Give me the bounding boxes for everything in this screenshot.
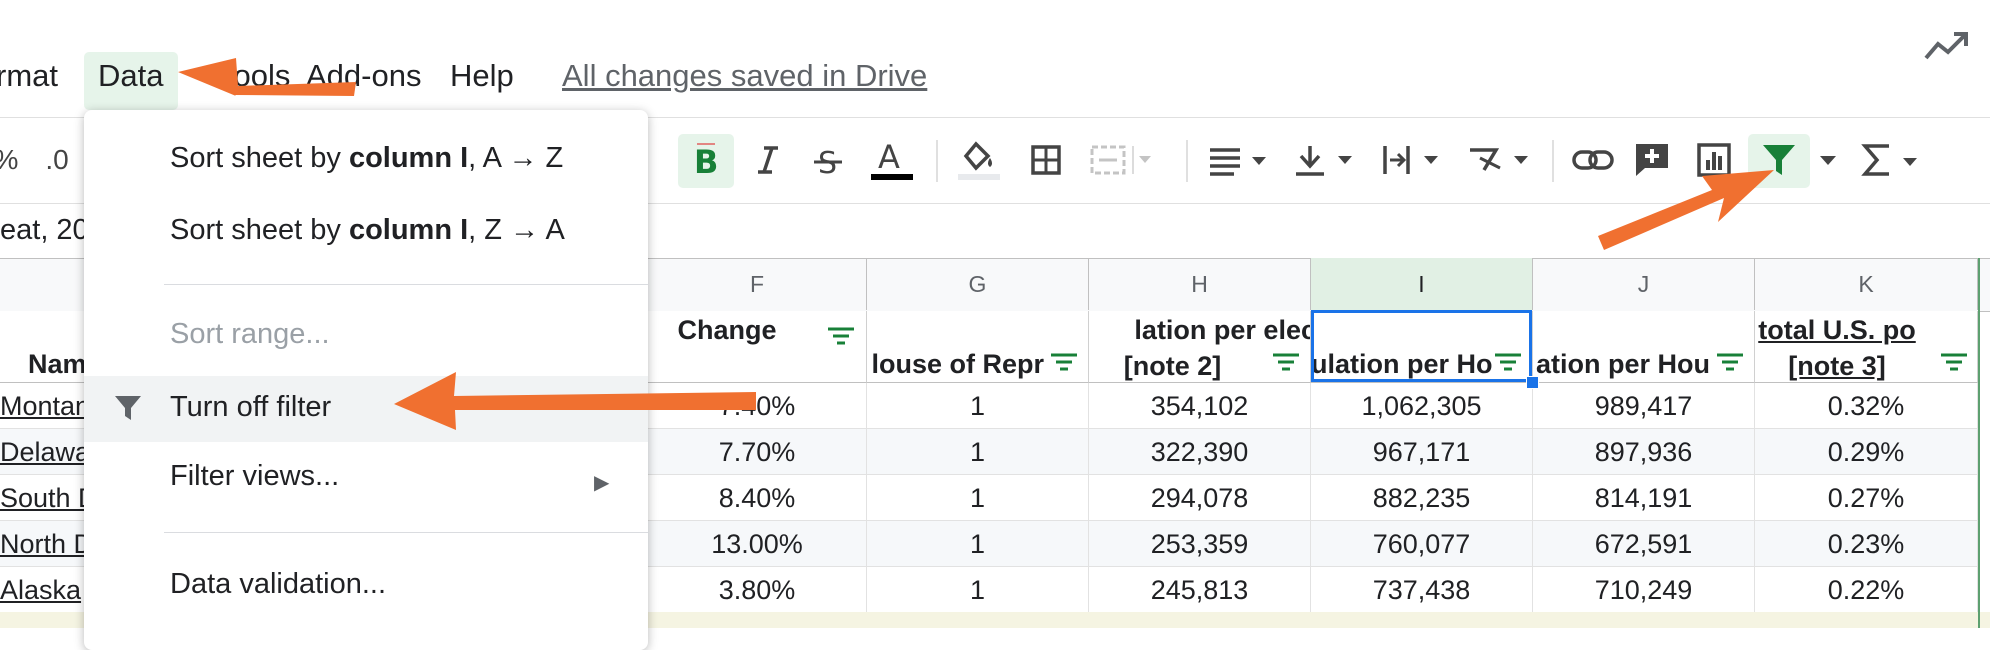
italic-icon[interactable] (746, 134, 790, 186)
menu-item-hover-bg (84, 376, 648, 442)
header-cell-house-reps[interactable]: louse of Repr (867, 311, 1089, 383)
table-cell-reps[interactable]: 1 (867, 567, 1089, 613)
decrease-decimal-button[interactable]: .0 (42, 134, 72, 186)
table-cell-k[interactable]: 0.27% (1755, 475, 1978, 521)
menu-separator (164, 284, 648, 285)
table-cell-j[interactable]: 672,591 (1533, 521, 1755, 567)
fill-handle[interactable] (1526, 376, 1539, 389)
column-header-g[interactable]: G (867, 258, 1089, 310)
trending-up-icon[interactable] (1922, 26, 1972, 66)
save-status-link[interactable]: All changes saved in Drive (562, 58, 927, 94)
menu-separator (164, 532, 648, 533)
table-cell-k[interactable]: 0.32% (1755, 383, 1978, 429)
svg-text:A: A (878, 138, 900, 176)
link-icon[interactable] (1568, 134, 1618, 186)
toolbar-separator (936, 140, 938, 182)
table-cell-i[interactable]: 737,438 (1311, 567, 1533, 613)
table-cell-change[interactable]: 7.70% (648, 429, 867, 475)
header-cell-pop-per-house-seat-2010[interactable]: ation per Hou (1533, 311, 1755, 383)
table-cell-change[interactable]: 8.40% (648, 475, 867, 521)
text-rotate-icon[interactable] (1464, 134, 1536, 186)
menu-item-data-validation[interactable]: Data validation... (170, 568, 386, 601)
menu-item-sort-z-a[interactable]: Sort sheet by column I, Z → A (170, 214, 565, 247)
filter-button-icon[interactable] (1269, 349, 1303, 375)
table-cell-i[interactable]: 882,235 (1311, 475, 1533, 521)
menu-item-sort-range: Sort range... (170, 318, 330, 350)
funnel-icon (115, 396, 141, 420)
table-cell-h[interactable]: 322,390 (1089, 429, 1311, 475)
text-color-icon[interactable]: A (866, 134, 918, 186)
table-cell-change[interactable]: 3.80% (648, 567, 867, 613)
table-cell-h[interactable]: 245,813 (1089, 567, 1311, 613)
table-cell-k[interactable]: 0.23% (1755, 521, 1978, 567)
data-menu-dropdown: Sort sheet by column I, A → Z Sort sheet… (84, 110, 648, 650)
menu-tools[interactable]: Tools (218, 58, 290, 94)
strikethrough-icon[interactable]: S (806, 134, 850, 186)
borders-icon[interactable] (1024, 134, 1068, 186)
menu-data[interactable]: Data (98, 58, 163, 94)
header-cell-change[interactable]: Change (648, 311, 867, 383)
toolbar-separator (1186, 140, 1188, 182)
menu-item-sort-a-z[interactable]: Sort sheet by column I, A → Z (170, 142, 563, 175)
table-cell-j[interactable]: 897,936 (1533, 429, 1755, 475)
header-cell-pct-total-pop[interactable]: total U.S. po [note 3] (1755, 311, 1978, 383)
fill-color-icon[interactable] (954, 134, 1004, 186)
text-wrap-icon[interactable] (1378, 134, 1448, 186)
column-header-f[interactable]: F (648, 258, 867, 310)
table-cell-reps[interactable]: 1 (867, 521, 1089, 567)
comment-icon[interactable] (1628, 134, 1676, 186)
table-cell-k[interactable]: 0.22% (1755, 567, 1978, 613)
table-cell-j[interactable]: 710,249 (1533, 567, 1755, 613)
merge-cells-icon[interactable] (1088, 134, 1162, 186)
table-cell-i[interactable]: 967,171 (1311, 429, 1533, 475)
filter-range-edge (1978, 258, 1980, 628)
svg-text:B: B (694, 143, 718, 178)
filter-button-icon[interactable] (1047, 349, 1081, 375)
filter-button-icon[interactable] (824, 323, 858, 349)
column-header-j[interactable]: J (1533, 258, 1755, 310)
align-left-icon[interactable] (1204, 134, 1274, 186)
percent-format-button[interactable]: % (0, 134, 18, 186)
filter-icon[interactable] (1756, 134, 1802, 186)
table-cell-h[interactable]: 253,359 (1089, 521, 1311, 567)
table-cell-i[interactable]: 760,077 (1311, 521, 1533, 567)
menu-add-ons[interactable]: Add-ons (306, 58, 421, 94)
column-header-h[interactable]: H (1089, 258, 1311, 310)
column-header-i[interactable]: I (1311, 258, 1533, 310)
menu-help[interactable]: Help (450, 58, 514, 94)
menu-item-turn-off-filter[interactable]: Turn off filter (170, 391, 331, 424)
filter-button-icon[interactable] (1713, 349, 1747, 375)
table-cell-reps[interactable]: 1 (867, 429, 1089, 475)
vertical-align-icon[interactable] (1290, 134, 1360, 186)
table-cell-i[interactable]: 1,062,305 (1311, 383, 1533, 429)
bold-icon[interactable]: B (684, 134, 728, 186)
chart-icon[interactable] (1690, 134, 1738, 186)
filter-dropdown-icon[interactable] (1816, 134, 1840, 186)
header-cell-pop-per-elector[interactable]: lation per elec [note 2] (1089, 311, 1311, 383)
table-cell-reps[interactable]: 1 (867, 383, 1089, 429)
table-cell-j[interactable]: 989,417 (1533, 383, 1755, 429)
table-cell-h[interactable]: 294,078 (1089, 475, 1311, 521)
table-cell-j[interactable]: 814,191 (1533, 475, 1755, 521)
menu-format[interactable]: rmat (0, 58, 58, 94)
column-header-k[interactable]: K (1755, 258, 1978, 310)
menu-item-filter-views[interactable]: Filter views... (170, 460, 339, 493)
functions-icon[interactable] (1856, 134, 1926, 186)
filter-button-icon[interactable] (1937, 349, 1971, 375)
submenu-arrow-icon: ▶ (594, 472, 610, 494)
table-cell-h[interactable]: 354,102 (1089, 383, 1311, 429)
table-cell-reps[interactable]: 1 (867, 475, 1089, 521)
table-cell-change[interactable]: 7.40% (648, 383, 867, 429)
table-cell-k[interactable]: 0.29% (1755, 429, 1978, 475)
selected-cell-outline (1311, 310, 1532, 382)
table-cell-change[interactable]: 13.00% (648, 521, 867, 567)
toolbar-separator (1552, 140, 1554, 182)
